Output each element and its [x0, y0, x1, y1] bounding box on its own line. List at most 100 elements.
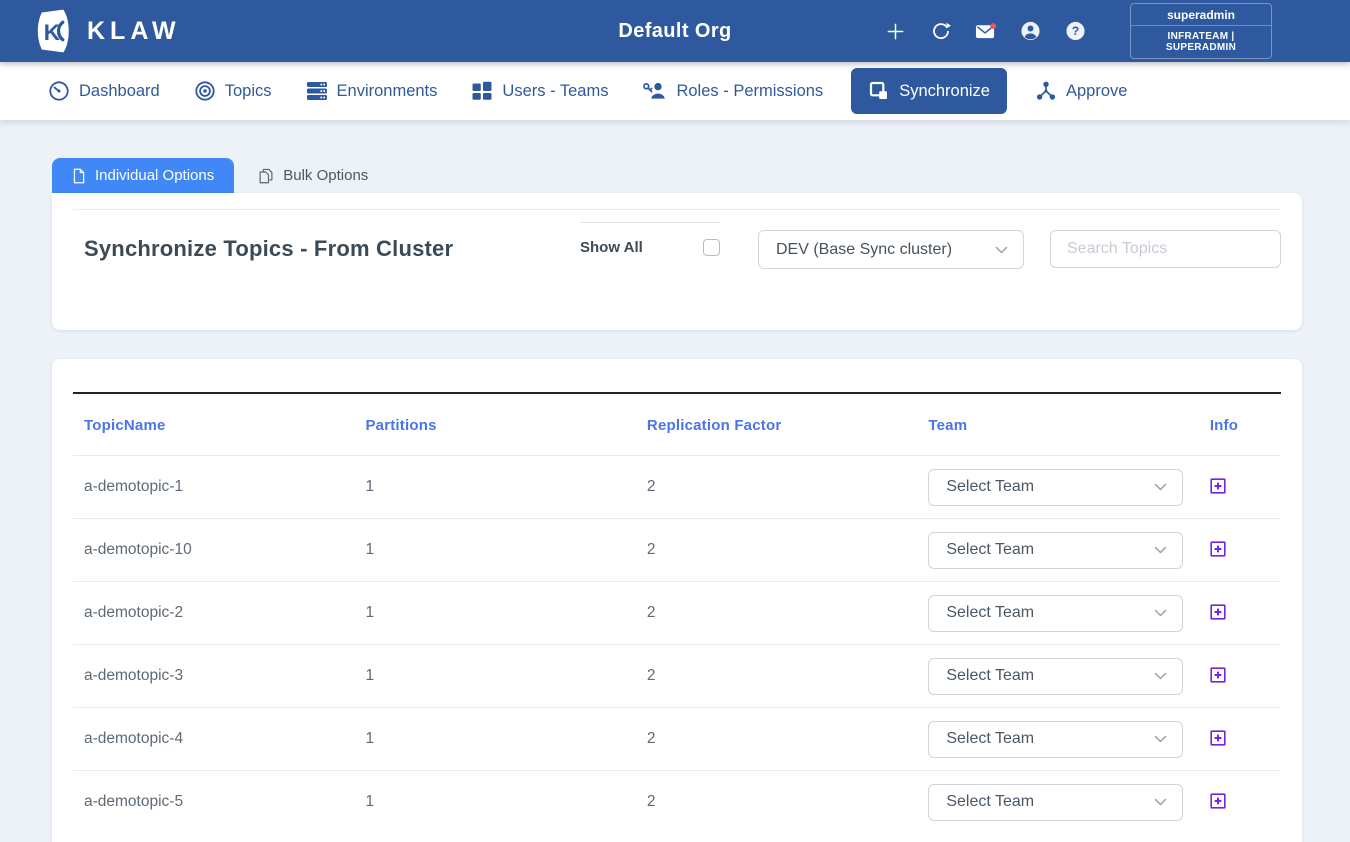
environments-icon: [306, 80, 328, 102]
team-cell: Select Team: [917, 582, 1198, 645]
cluster-select[interactable]: DEV (Base Sync cluster): [758, 230, 1024, 269]
team-select[interactable]: Select Team: [928, 469, 1183, 506]
partitions-cell: 1: [354, 582, 635, 645]
topics-table: TopicName Partitions Replication Factor …: [73, 392, 1281, 834]
table-row: a-demotopic-3 1 2 Select Team: [73, 645, 1281, 708]
column-header-info: Info: [1199, 393, 1281, 456]
brand[interactable]: K KLAW: [35, 9, 335, 53]
team-cell: Select Team: [917, 519, 1198, 582]
org-title: Default Org: [618, 20, 731, 43]
team-select-value: Select Team: [946, 604, 1034, 622]
info-cell: [1199, 645, 1281, 708]
nav-item-topics[interactable]: Topics: [194, 80, 272, 102]
tab-label: Bulk Options: [283, 167, 368, 184]
table-row: a-demotopic-4 1 2 Select Team: [73, 708, 1281, 771]
show-all-checkbox[interactable]: [703, 239, 720, 256]
topic-name-cell: a-demotopic-10: [73, 519, 354, 582]
help-icon[interactable]: ?: [1065, 21, 1086, 42]
team-select-value: Select Team: [946, 793, 1034, 811]
nav-label: Dashboard: [79, 82, 160, 101]
add-icon[interactable]: [885, 21, 906, 42]
info-cell: [1199, 708, 1281, 771]
team-select-value: Select Team: [946, 667, 1034, 685]
file-icon: [72, 168, 86, 184]
team-cell: Select Team: [917, 708, 1198, 771]
nav-item-roles-permissions[interactable]: Roles - Permissions: [642, 80, 823, 102]
team-select[interactable]: Select Team: [928, 721, 1183, 758]
team-select[interactable]: Select Team: [928, 658, 1183, 695]
chevron-down-icon: [1154, 672, 1167, 680]
team-select[interactable]: Select Team: [928, 532, 1183, 569]
table-row: a-demotopic-1 1 2 Select Team: [73, 456, 1281, 519]
info-cell: [1199, 456, 1281, 519]
replication-factor-cell: 2: [636, 708, 917, 771]
partitions-cell: 1: [354, 771, 635, 834]
plus-square-icon[interactable]: [1210, 667, 1226, 683]
chevron-down-icon: [1154, 798, 1167, 806]
chevron-down-icon: [1154, 609, 1167, 617]
user-info-box[interactable]: superadmin INFRATEAM | SUPERADMIN: [1130, 3, 1272, 59]
team-cell: Select Team: [917, 771, 1198, 834]
replication-factor-cell: 2: [636, 645, 917, 708]
team-select-value: Select Team: [946, 541, 1034, 559]
plus-square-icon[interactable]: [1210, 604, 1226, 620]
team-role: INFRATEAM | SUPERADMIN: [1131, 26, 1271, 58]
topic-name-cell: a-demotopic-5: [73, 771, 354, 834]
info-cell: [1199, 771, 1281, 834]
nav-item-synchronize[interactable]: Synchronize: [851, 68, 1007, 114]
cluster-select-value: DEV (Base Sync cluster): [776, 241, 952, 259]
nav-item-dashboard[interactable]: Dashboard: [48, 80, 160, 102]
team-select[interactable]: Select Team: [928, 595, 1183, 632]
refresh-icon[interactable]: [930, 21, 951, 42]
nav-item-approve[interactable]: Approve: [1035, 80, 1127, 102]
topics-table-card: TopicName Partitions Replication Factor …: [52, 359, 1302, 842]
show-all-label: Show All: [580, 239, 643, 256]
info-cell: [1199, 519, 1281, 582]
partitions-cell: 1: [354, 708, 635, 771]
column-header-topicname: TopicName: [73, 393, 354, 456]
page-title: Synchronize Topics - From Cluster: [84, 230, 580, 262]
chevron-down-icon: [995, 246, 1008, 254]
topics-icon: [194, 80, 216, 102]
tab-individual-options[interactable]: Individual Options: [52, 158, 234, 193]
replication-factor-cell: 2: [636, 582, 917, 645]
topic-name-cell: a-demotopic-4: [73, 708, 354, 771]
dashboard-icon: [48, 80, 70, 102]
plus-square-icon[interactable]: [1210, 730, 1226, 746]
replication-factor-cell: 2: [636, 519, 917, 582]
topbar-actions: ?: [885, 21, 1086, 42]
plus-square-icon[interactable]: [1210, 793, 1226, 809]
team-select-value: Select Team: [946, 478, 1034, 496]
files-icon: [258, 168, 274, 184]
nav-label: Topics: [225, 82, 272, 101]
table-row: a-demotopic-2 1 2 Select Team: [73, 582, 1281, 645]
nav-label: Users - Teams: [502, 82, 608, 101]
topic-name-cell: a-demotopic-1: [73, 456, 354, 519]
plus-square-icon[interactable]: [1210, 478, 1226, 494]
nav-item-environments[interactable]: Environments: [306, 80, 438, 102]
info-cell: [1199, 582, 1281, 645]
partitions-cell: 1: [354, 456, 635, 519]
plus-square-icon[interactable]: [1210, 541, 1226, 557]
main-nav: Dashboard Topics Environm: [0, 62, 1350, 120]
topbar: K KLAW Default Org: [0, 0, 1350, 62]
search-topics-input[interactable]: [1050, 230, 1281, 268]
roles-permissions-icon: [642, 80, 667, 102]
synchronize-icon: [868, 80, 890, 102]
team-select[interactable]: Select Team: [928, 784, 1183, 821]
sync-panel: Synchronize Topics - From Cluster Show A…: [52, 193, 1302, 330]
team-cell: Select Team: [917, 456, 1198, 519]
team-cell: Select Team: [917, 645, 1198, 708]
chevron-down-icon: [1154, 483, 1167, 491]
tab-bulk-options[interactable]: Bulk Options: [234, 158, 388, 193]
replication-factor-cell: 2: [636, 456, 917, 519]
topics-table-body: a-demotopic-1 1 2 Select Team: [73, 456, 1281, 834]
mail-icon[interactable]: [975, 21, 996, 42]
tab-label: Individual Options: [95, 167, 214, 184]
nav-item-users-teams[interactable]: Users - Teams: [471, 80, 608, 102]
mail-badge: [990, 23, 996, 29]
partitions-cell: 1: [354, 645, 635, 708]
user-icon[interactable]: [1020, 21, 1041, 42]
topic-name-cell: a-demotopic-3: [73, 645, 354, 708]
nav-label: Roles - Permissions: [676, 82, 823, 101]
